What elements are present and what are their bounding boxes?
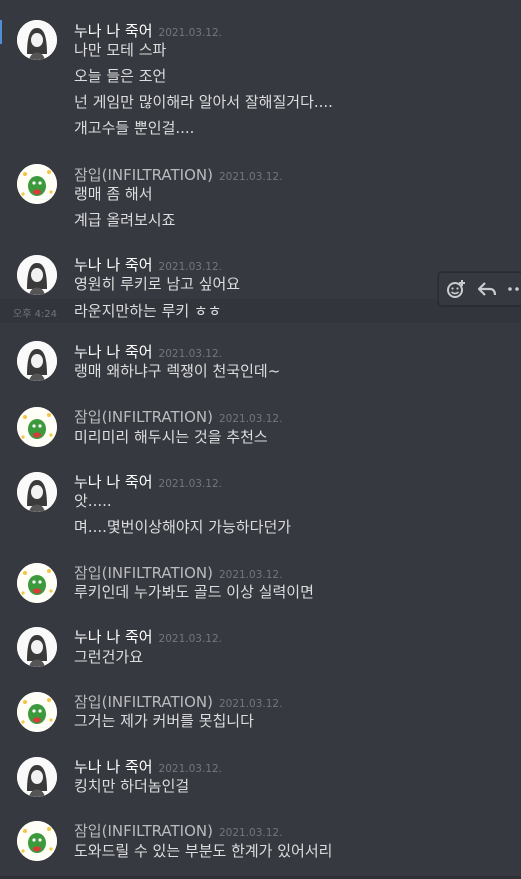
timestamp: 2021.03.12.: [158, 478, 223, 490]
message-text: 오늘 들은 조언: [74, 67, 167, 85]
message-text: 며....몇번이상해야지 가능하다던가: [74, 518, 292, 536]
message-text: 개고수들 뿐인걸....: [74, 119, 195, 137]
avatar-jamip[interactable]: [17, 563, 57, 603]
message-actions-toolbar: [438, 272, 521, 306]
username[interactable]: 잠입(INFILTRATION): [74, 693, 213, 711]
username[interactable]: 잠입(INFILTRATION): [74, 822, 213, 840]
username[interactable]: 잠입(INFILTRATION): [74, 408, 213, 426]
message-text: 킹치만 하더놈인걸: [74, 777, 190, 795]
avatar-noona[interactable]: [17, 627, 57, 667]
avatar-noona[interactable]: [17, 20, 57, 60]
timestamp: 2021.03.12.: [158, 633, 223, 645]
add-reaction-icon[interactable]: [444, 277, 468, 301]
avatar-jamip[interactable]: [17, 692, 57, 732]
message-text: 영원히 루키로 남고 싶어요: [74, 275, 241, 293]
reply-icon[interactable]: [475, 277, 499, 301]
avatar-noona[interactable]: [17, 255, 57, 295]
message-text: 계급 올려보시죠: [74, 211, 176, 229]
timestamp: 2021.03.12.: [218, 569, 283, 581]
timestamp: 2021.03.12.: [218, 413, 283, 425]
timestamp: 2021.03.12.: [158, 27, 223, 39]
timestamp: 2021.03.12.: [218, 698, 283, 710]
message-text: 루키인데 누가봐도 골드 이상 실력이면: [74, 583, 314, 601]
username[interactable]: 누나 나 죽어: [74, 473, 153, 491]
username[interactable]: 누나 나 죽어: [74, 343, 153, 361]
timestamp: 2021.03.12.: [218, 827, 283, 839]
username[interactable]: 누나 나 죽어: [74, 628, 153, 646]
message-text: 넌 게임만 많이해라 알아서 잘해질거다....: [74, 93, 333, 111]
message-text: 미리미리 해두시는 것을 추천스: [74, 428, 268, 446]
message-text: 도와드릴 수 있는 부분도 한계가 있어서리: [74, 842, 333, 860]
avatar-jamip[interactable]: [17, 407, 57, 447]
username[interactable]: 누나 나 죽어: [74, 758, 153, 776]
message-text: 그거는 제가 커버를 못칩니다: [74, 712, 254, 730]
avatar-noona[interactable]: [17, 341, 57, 381]
message-text: 나만 모테 스파: [74, 41, 167, 59]
username[interactable]: 잠입(INFILTRATION): [74, 166, 213, 184]
message-text: 랭매 왜하냐구 렉쟁이 천국인데~: [74, 362, 281, 380]
avatar-jamip[interactable]: [17, 164, 57, 204]
more-icon[interactable]: [505, 277, 521, 301]
timestamp: 2021.03.12.: [158, 348, 223, 360]
unread-indicator: [0, 20, 2, 44]
avatar-noona[interactable]: [17, 757, 57, 797]
username[interactable]: 누나 나 죽어: [74, 22, 153, 40]
timestamp: 2021.03.12.: [158, 261, 223, 273]
hover-timestamp: 오후 4:24: [13, 309, 58, 320]
message-text: 랭매 좀 해서: [74, 185, 153, 203]
avatar-jamip[interactable]: [17, 821, 57, 861]
username[interactable]: 잠입(INFILTRATION): [74, 564, 213, 582]
avatar-noona[interactable]: [17, 472, 57, 512]
message-text: 그런건가요: [74, 648, 144, 666]
username[interactable]: 누나 나 죽어: [74, 256, 153, 274]
timestamp: 2021.03.12.: [218, 171, 283, 183]
timestamp: 2021.03.12.: [158, 763, 223, 775]
message-text: 앗.....: [74, 492, 112, 510]
message-text: 라운지만하는 루키 ㅎㅎ: [74, 302, 222, 320]
